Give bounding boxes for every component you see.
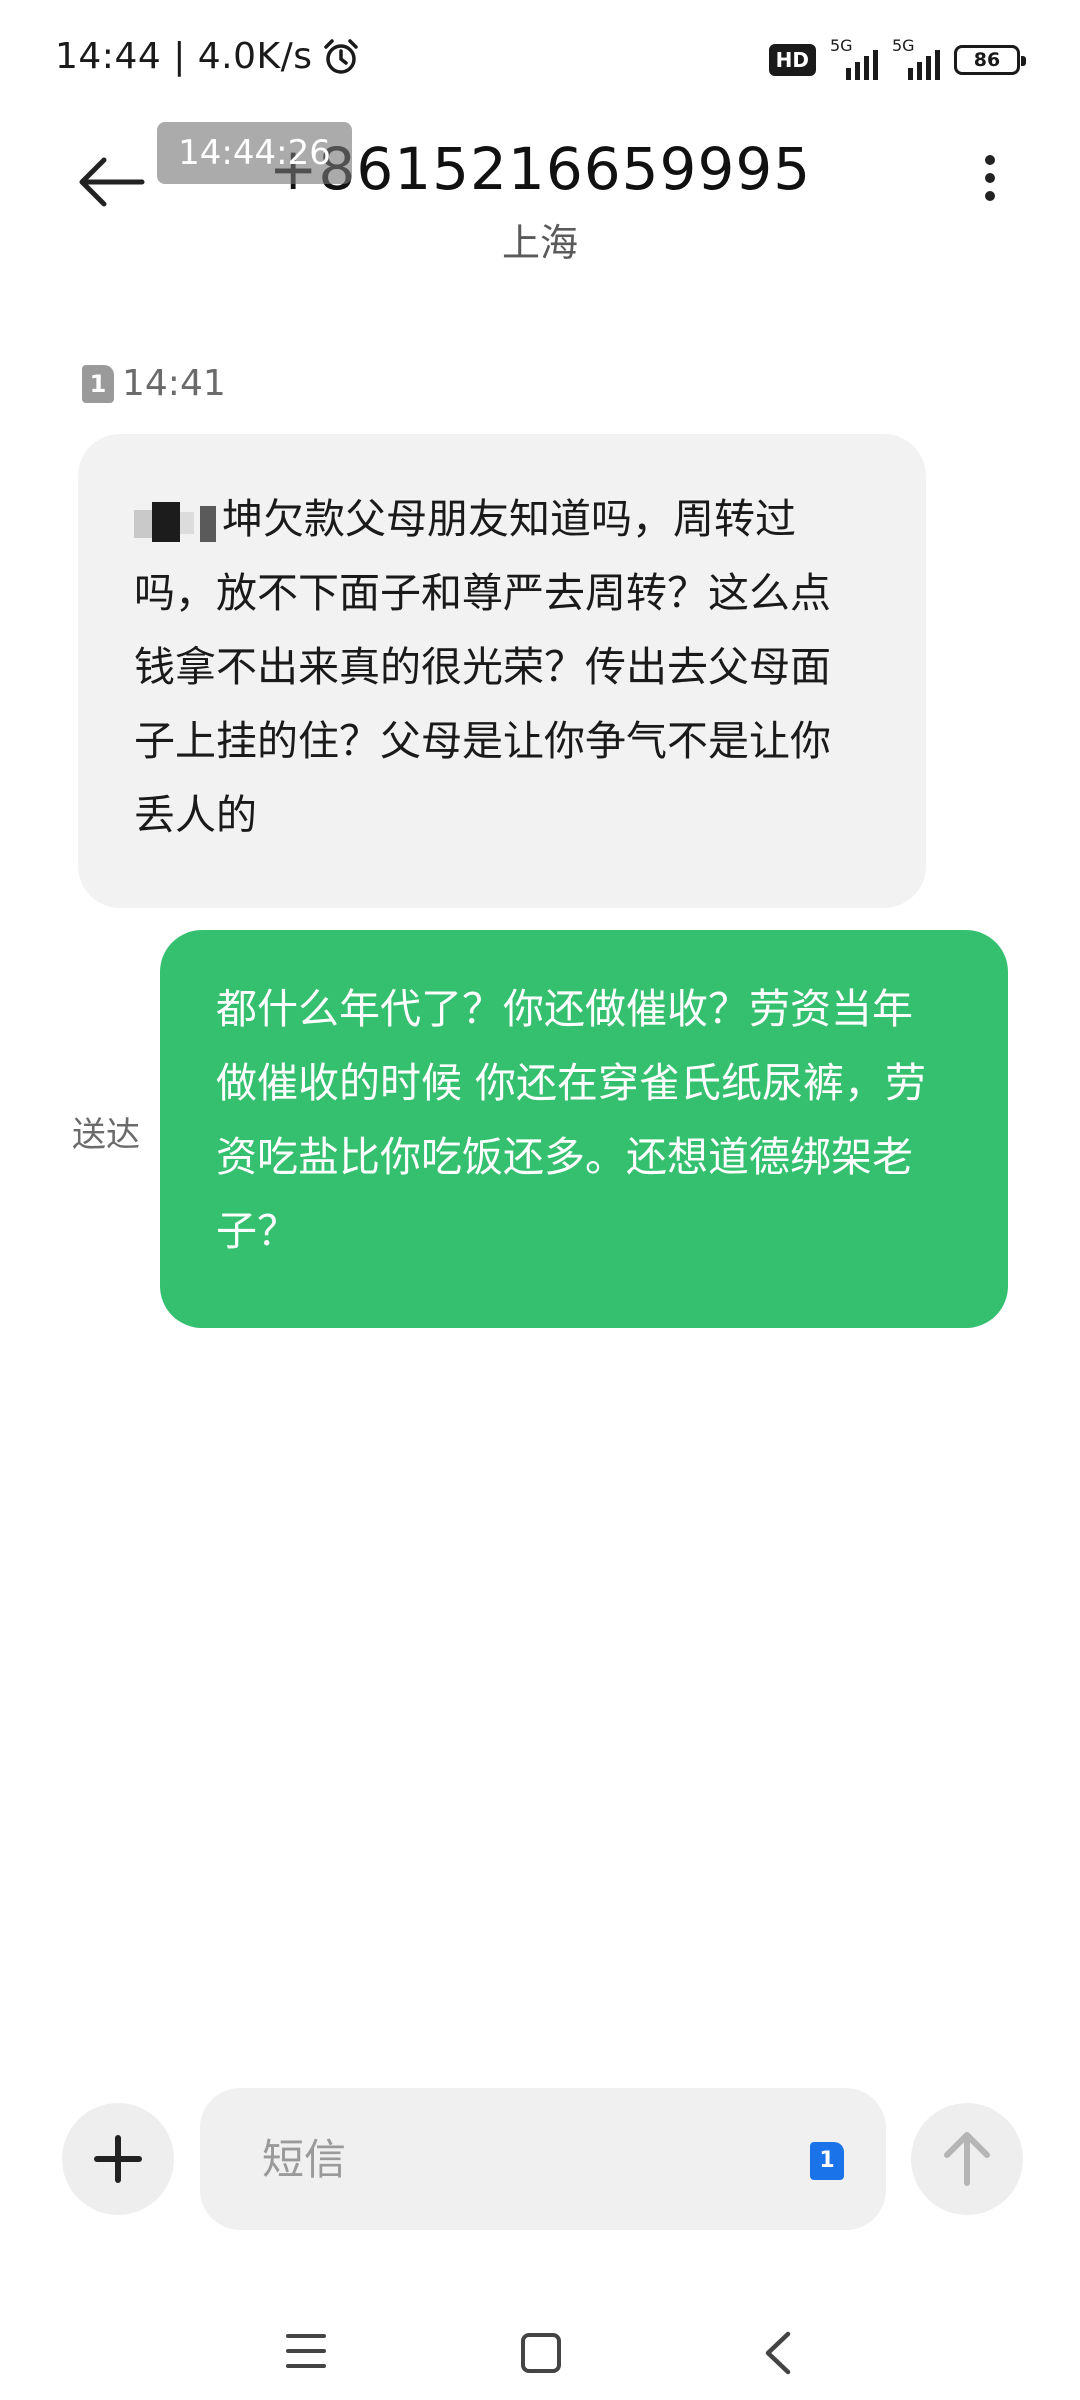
- send-arrow-icon[interactable]: [911, 2103, 1023, 2215]
- incoming-message-text: 坤欠款父母朋友知道吗，周转过吗，放不下面子和尊严去周转？这么点钱拿不出来真的很光…: [134, 495, 831, 839]
- conversation-header: +8615216659995 14:44:26 上海: [0, 120, 1080, 280]
- nav-home-icon[interactable]: [521, 2333, 561, 2373]
- message-time: 14:41: [122, 363, 226, 404]
- plus-icon[interactable]: [62, 2103, 174, 2215]
- sms-conversation-screen: 14:44 | 4.0K/s HD 5G 5G 86 +861521665999…: [0, 0, 1080, 2400]
- sim-card-icon: 1: [82, 364, 114, 403]
- signal-strength-sim2: 5G: [892, 36, 940, 80]
- status-left: 14:44 | 4.0K/s: [55, 36, 361, 77]
- status-bar: 14:44 | 4.0K/s HD 5G 5G 86: [0, 0, 1080, 120]
- nav-menu-icon[interactable]: [286, 2334, 326, 2374]
- alarm-clock-icon: [323, 38, 358, 74]
- incoming-message-bubble[interactable]: 坤欠款父母朋友知道吗，周转过吗，放不下面子和尊严去周转？这么点钱拿不出来真的很光…: [78, 434, 926, 908]
- clock-and-speed: 14:44 | 4.0K/s: [55, 36, 313, 77]
- battery-icon: 86: [954, 45, 1026, 75]
- outgoing-message-bubble[interactable]: 都什么年代了？你还做催收？劳资当年做催收的时候 你还在穿雀氏纸尿裤，劳资吃盐比你…: [160, 930, 1008, 1328]
- system-navigation-bar: [0, 2300, 1080, 2400]
- redacted-name: [134, 500, 220, 544]
- status-right: HD 5G 5G 86: [768, 36, 1026, 80]
- outgoing-message-text: 都什么年代了？你还做催收？劳资当年做催收的时候 你还在穿雀氏纸尿裤，劳资吃盐比你…: [216, 985, 927, 1255]
- network-type-label: 5G: [892, 36, 915, 55]
- delivery-status: 送达: [72, 1115, 140, 1155]
- more-vertical-icon[interactable]: [960, 150, 1020, 220]
- message-input-container[interactable]: 1: [200, 2088, 886, 2230]
- sim-selector-icon[interactable]: 1: [810, 2142, 844, 2180]
- send-arrow-glyph: [944, 2132, 990, 2186]
- screen-time-overlay: 14:44:26: [157, 122, 352, 184]
- message-timestamp: 1 14:41: [82, 363, 226, 404]
- contact-location: 上海: [501, 221, 578, 265]
- hd-voice-badge: HD: [768, 44, 816, 76]
- message-input[interactable]: [262, 2124, 762, 2194]
- battery-level: 86: [973, 49, 1001, 71]
- network-type-label: 5G: [830, 36, 853, 55]
- signal-strength-sim1: 5G: [830, 36, 878, 80]
- nav-back-icon[interactable]: [758, 2330, 798, 2376]
